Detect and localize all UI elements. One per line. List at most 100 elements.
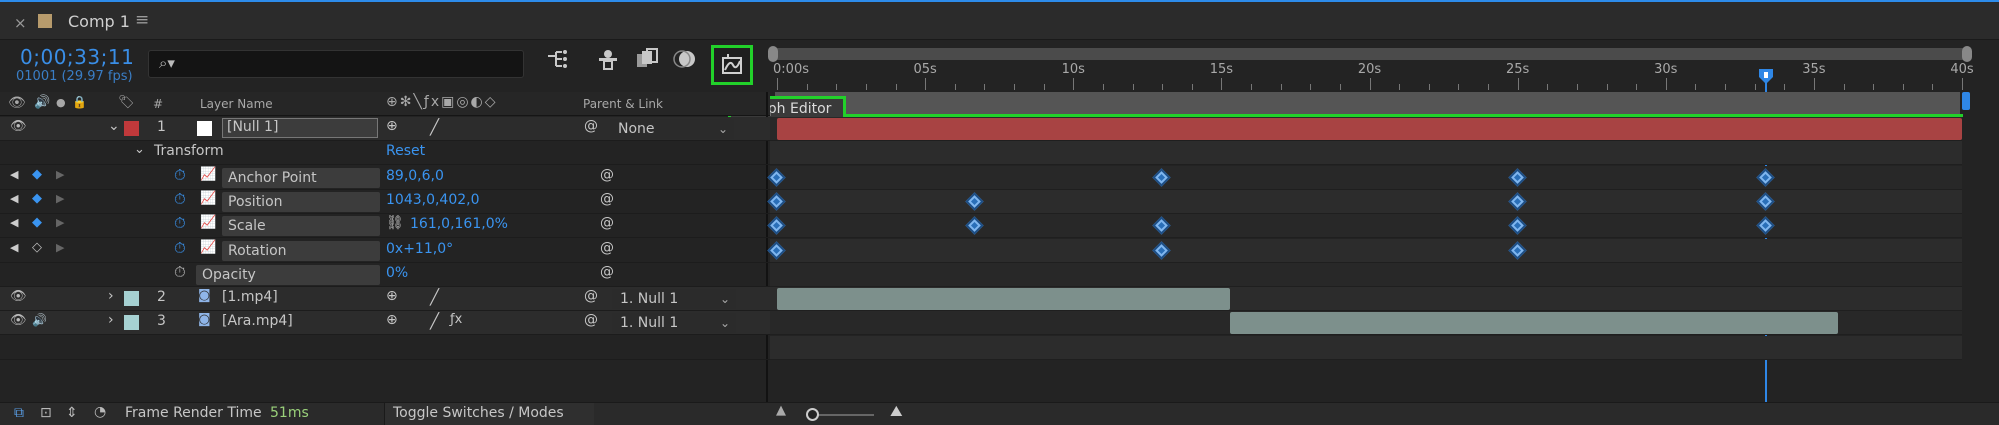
- timeline-row[interactable]: [770, 335, 1962, 360]
- quality-switch-icon[interactable]: ╱: [430, 288, 439, 306]
- layer-row[interactable]: 👁 ⌄ 1 [Null 1] ⊕ ╱ @ None ⌄: [0, 117, 770, 141]
- expand-collapse-icon[interactable]: ⊡: [40, 405, 52, 421]
- pick-whip-icon[interactable]: @: [584, 118, 598, 134]
- property-value[interactable]: 0x+11,0°: [386, 241, 453, 257]
- previous-keyframe-icon[interactable]: ◀: [10, 216, 18, 229]
- toggle-switches-button[interactable]: Toggle Switches / Modes: [384, 403, 594, 425]
- time-ruler[interactable]: 0:00s 05s 10s 15s 20s 25s 30s 35s 40s: [770, 62, 1974, 92]
- layer-name[interactable]: [1.mp4]: [222, 289, 278, 305]
- solo-header-icon[interactable]: ●: [56, 96, 66, 109]
- av-features-header-icon[interactable]: 👁: [8, 95, 26, 111]
- keyframe-diamond[interactable]: [767, 167, 786, 187]
- add-keyframe-icon[interactable]: ◆: [32, 167, 42, 182]
- composition-mini-flowchart-icon[interactable]: [544, 48, 574, 78]
- effect-switch-icon[interactable]: ƒx: [450, 312, 462, 327]
- parent-link-header[interactable]: Parent & Link: [583, 97, 663, 111]
- property-row[interactable]: ◀ ◇ ▶ ⏱ 📈 Rotation 0x+11,0° @: [0, 239, 770, 263]
- work-area-end-handle[interactable]: [1962, 92, 1970, 110]
- in-out-stretch-icon[interactable]: ◔: [94, 404, 106, 420]
- next-keyframe-icon[interactable]: ▶: [56, 168, 64, 181]
- current-time-display[interactable]: 0;00;33;11: [20, 45, 134, 69]
- keyframe-diamond[interactable]: [965, 192, 985, 211]
- pick-whip-icon[interactable]: @: [584, 312, 598, 328]
- transform-expand-arrow-icon[interactable]: ⌄: [134, 142, 145, 157]
- property-pick-whip-icon[interactable]: @: [600, 167, 614, 183]
- shy-switch-icon[interactable]: ⊕: [386, 118, 398, 134]
- layer-label-color-swatch[interactable]: [124, 291, 139, 307]
- property-name[interactable]: Anchor Point: [222, 167, 380, 188]
- keyframe-diamond[interactable]: [767, 192, 786, 211]
- graph-toggle-icon[interactable]: 📈: [200, 240, 216, 255]
- shy-switch-icon[interactable]: ⊕: [386, 288, 398, 304]
- stopwatch-icon[interactable]: ⏱: [174, 263, 186, 281]
- property-pick-whip-icon[interactable]: @: [600, 264, 614, 280]
- transform-group-label[interactable]: Transform: [154, 143, 224, 159]
- property-value[interactable]: 89,0,6,0: [386, 168, 444, 184]
- previous-keyframe-icon[interactable]: ◀: [10, 168, 18, 181]
- graph-editor-button[interactable]: [711, 45, 753, 85]
- zoom-slider-handle[interactable]: [806, 408, 819, 421]
- panel-menu-icon[interactable]: ≡: [135, 10, 149, 30]
- parent-dropdown[interactable]: None ⌄: [610, 119, 734, 139]
- render-status-icon[interactable]: ⧉: [14, 405, 24, 421]
- stopwatch-icon[interactable]: ⏱: [174, 239, 186, 257]
- parent-dropdown[interactable]: 1. Null 1 ⌄: [612, 289, 736, 310]
- timeline-row[interactable]: [767, 189, 1962, 214]
- visibility-eye-icon[interactable]: 👁: [10, 119, 27, 134]
- graph-toggle-icon[interactable]: 📈: [200, 167, 216, 182]
- property-row[interactable]: ◀ ◆ ▶ ⏱ 📈 Scale ⛓ 161,0,161,0% @: [0, 214, 770, 239]
- layer-duration-bar[interactable]: [777, 288, 1231, 311]
- property-name[interactable]: Position: [222, 191, 380, 212]
- label-header-icon[interactable]: 🏷: [118, 95, 135, 110]
- audio-header-icon[interactable]: 🔊: [34, 95, 50, 110]
- keyframe-diamond[interactable]: [1507, 192, 1527, 211]
- next-keyframe-icon[interactable]: ▶: [56, 192, 64, 205]
- shy-switch-icon[interactable]: ⊕: [386, 312, 398, 328]
- add-keyframe-icon[interactable]: ◇: [32, 240, 42, 255]
- graph-toggle-icon[interactable]: 📈: [200, 191, 216, 206]
- property-row[interactable]: ◀ ◆ ▶ ⏱ 📈 Anchor Point 89,0,6,0 @: [0, 166, 770, 190]
- layer-search-field[interactable]: ⌕▾: [148, 50, 524, 78]
- property-name[interactable]: Rotation: [222, 240, 380, 261]
- navigator-start-handle[interactable]: [768, 46, 778, 62]
- property-value[interactable]: 0%: [386, 265, 408, 281]
- transfer-controls-icon[interactable]: ⇕: [66, 405, 78, 421]
- zoom-in-icon[interactable]: ⛰: [890, 402, 903, 420]
- next-keyframe-icon[interactable]: ▶: [56, 241, 64, 254]
- property-value[interactable]: 161,0,161,0%: [410, 216, 508, 232]
- property-row[interactable]: ⌄ Transform Reset: [0, 141, 770, 166]
- keyframe-diamond[interactable]: [965, 216, 985, 235]
- pick-whip-icon[interactable]: @: [584, 288, 598, 304]
- property-pick-whip-icon[interactable]: @: [600, 191, 614, 207]
- layer-row[interactable]: 👁 › 2 ◙ [1.mp4] ⊕ ╱ @1. Null 1 ⌄: [0, 287, 770, 312]
- timeline-row[interactable]: [770, 141, 1962, 166]
- timeline-row[interactable]: [770, 287, 1962, 312]
- frame-blending-icon[interactable]: [632, 48, 662, 78]
- work-area-bar[interactable]: [775, 92, 1960, 116]
- property-row[interactable]: ◀ ◆ ▶ ⏱ 📈 Position 1043,0,402,0 @: [0, 190, 770, 214]
- property-pick-whip-icon[interactable]: @: [600, 215, 614, 231]
- keyframe-diamond[interactable]: [1507, 167, 1527, 187]
- constrain-proportions-icon[interactable]: ⛓: [386, 215, 404, 231]
- graph-toggle-icon[interactable]: 📈: [200, 215, 216, 230]
- property-row[interactable]: ⏱ Opacity 0% @: [0, 263, 770, 287]
- visibility-eye-icon[interactable]: 👁: [10, 313, 27, 328]
- previous-keyframe-icon[interactable]: ◀: [10, 241, 18, 254]
- lock-header-icon[interactable]: 🔒: [72, 95, 87, 109]
- keyframe-diamond[interactable]: [1507, 216, 1527, 235]
- layer-row[interactable]: 👁 🔊 › 3 ◙ [Ara.mp4] ⊕ ╱ ƒx @1. Null 1 ⌄: [0, 311, 770, 336]
- playhead-marker-icon[interactable]: [1757, 68, 1775, 86]
- previous-keyframe-icon[interactable]: ◀: [10, 192, 18, 205]
- zoom-out-icon[interactable]: ▲: [776, 403, 786, 418]
- keyframe-diamond[interactable]: [767, 240, 786, 260]
- comp-tab-title[interactable]: Comp 1: [68, 12, 130, 31]
- timeline-row[interactable]: [770, 262, 1962, 287]
- next-keyframe-icon[interactable]: ▶: [56, 216, 64, 229]
- add-keyframe-icon[interactable]: ◆: [32, 191, 42, 206]
- visibility-eye-icon[interactable]: 👁: [10, 289, 27, 304]
- keyframe-diamond[interactable]: [767, 216, 786, 235]
- keyframe-diamond[interactable]: [1756, 192, 1776, 211]
- quality-switch-icon[interactable]: ╱: [430, 312, 439, 330]
- motion-blur-icon[interactable]: [670, 48, 700, 78]
- property-name[interactable]: Scale: [222, 216, 380, 237]
